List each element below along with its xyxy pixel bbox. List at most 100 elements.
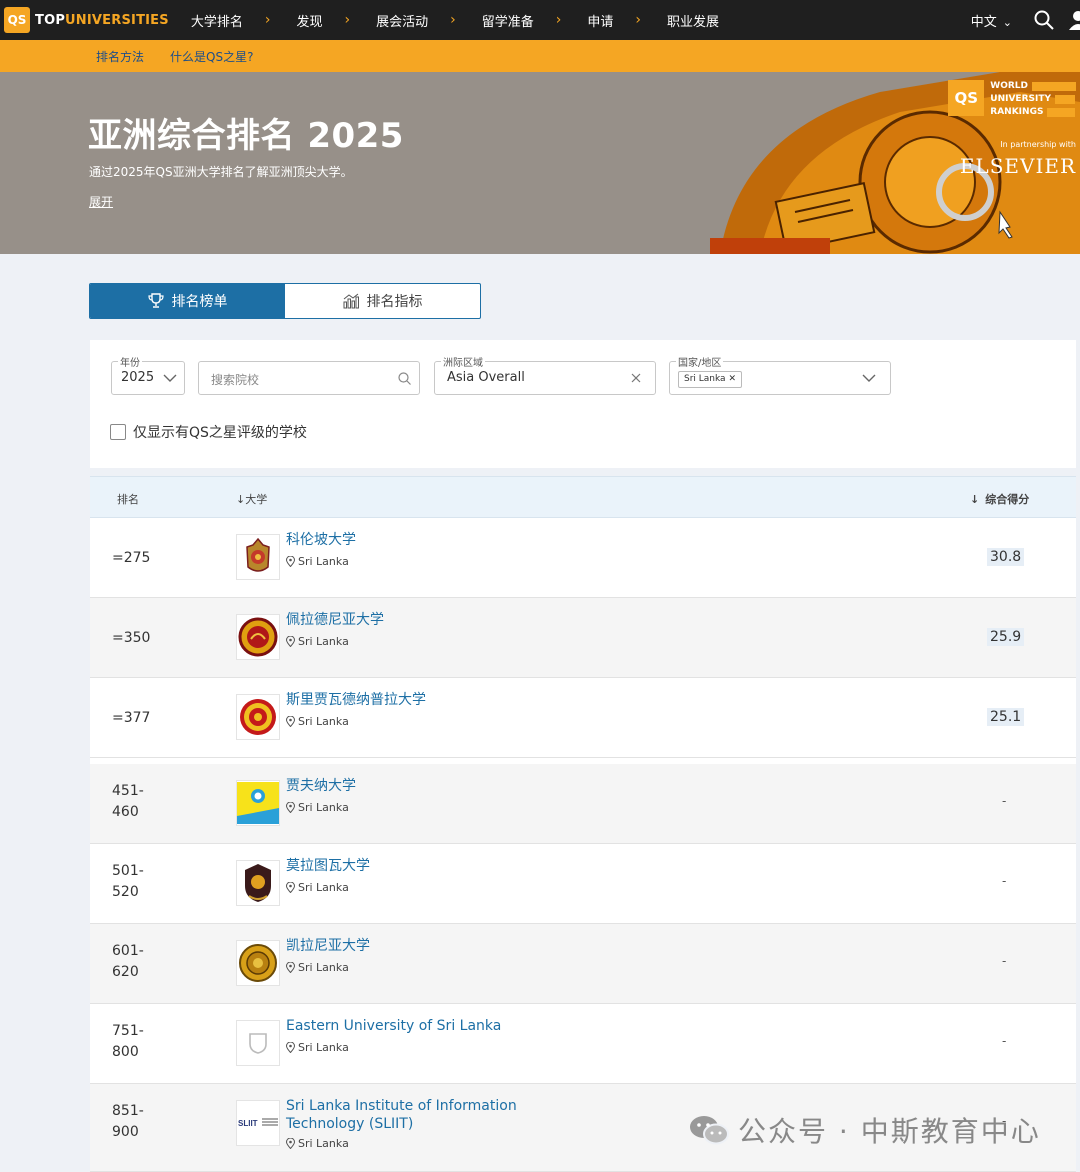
- university-name-link[interactable]: 佩拉德尼亚大学: [286, 611, 546, 629]
- rank-value: =377: [112, 710, 151, 726]
- university-location: Sri Lanka: [286, 881, 349, 894]
- university-logo-sri-jayewardenepura[interactable]: [236, 694, 280, 740]
- subnav-qs-stars-link[interactable]: 什么是QS之星?: [170, 48, 253, 65]
- nav-item-discover[interactable]: 发现 ›: [296, 11, 376, 30]
- university-logo-jaffna[interactable]: [236, 780, 280, 826]
- qs-wur-badge: QS WORLD UNIVERSITY RANKINGS: [948, 80, 1076, 119]
- country-label: 国家/地区: [676, 354, 724, 369]
- location-pin-icon: [286, 962, 295, 973]
- university-name-link[interactable]: 凯拉尼亚大学: [286, 937, 546, 955]
- year-label: 年份: [118, 354, 142, 369]
- sub-nav: 排名方法 什么是QS之星?: [0, 40, 1080, 72]
- university-location: Sri Lanka: [286, 1137, 349, 1150]
- university-logo-kelaniya[interactable]: [236, 940, 280, 986]
- table-row[interactable]: =350 佩拉德尼亚大学 Sri Lanka 25.9: [90, 598, 1076, 678]
- country-chip[interactable]: Sri Lanka ✕: [678, 371, 742, 388]
- score-empty: -: [1002, 874, 1007, 888]
- rank-value: 751- 800: [112, 1023, 144, 1060]
- university-logo-sliit[interactable]: SLIIT: [236, 1100, 280, 1146]
- tab-rankings-label: 排名榜单: [171, 294, 228, 310]
- nav-right: 中文 ⌄: [971, 0, 1080, 40]
- university-logo-eastern[interactable]: [236, 1020, 280, 1066]
- partnership-text: In partnership with: [1000, 140, 1076, 149]
- location-pin-icon: [286, 882, 295, 893]
- watermark-text: 公众号 · 中斯教育中心: [738, 1115, 1041, 1148]
- overall-score: 30.8: [987, 548, 1025, 566]
- filter-panel: 年份 2025 搜索院校 洲际区域 Asia Overall 国家/地区 Sri…: [90, 340, 1076, 468]
- table-row[interactable]: =377 斯里贾瓦德纳普拉大学 Sri Lanka 25.1: [90, 678, 1076, 758]
- tab-indicators[interactable]: 排名指标: [285, 284, 480, 318]
- close-icon[interactable]: [631, 373, 641, 383]
- university-location: Sri Lanka: [286, 555, 349, 568]
- expand-link[interactable]: 展开: [89, 193, 113, 210]
- arrow-down-icon: ↓: [970, 493, 980, 506]
- topuniversities-logo[interactable]: QS TOPUNIVERSITIES: [4, 7, 169, 33]
- table-row[interactable]: 601- 620 凯拉尼亚大学 Sri Lanka -: [90, 924, 1076, 1004]
- qs-badge-icon: QS: [948, 80, 985, 116]
- location-pin-icon: [286, 636, 295, 647]
- nav-item-apply[interactable]: 申请 ›: [587, 11, 667, 30]
- page-title: 亚洲综合排名 2025: [88, 116, 404, 156]
- university-name-link[interactable]: 莫拉图瓦大学: [286, 857, 546, 875]
- page-subtitle: 通过2025年QS亚洲大学排名了解亚洲顶尖大学。: [89, 165, 353, 179]
- rank-value: 851- 900: [112, 1103, 144, 1140]
- year-select[interactable]: 年份 2025: [111, 354, 185, 395]
- logo-text: TOPUNIVERSITIES: [35, 13, 169, 28]
- col-score[interactable]: ↓ 综合得分: [970, 491, 1029, 507]
- chevron-right-icon: ›: [264, 12, 271, 28]
- col-rank[interactable]: 排名: [117, 491, 139, 507]
- location-pin-icon: [286, 1042, 295, 1053]
- university-name-link[interactable]: 贾夫纳大学: [286, 777, 546, 795]
- logo-text-rest: UNIVERSITIES: [65, 12, 169, 28]
- rank-value: =275: [112, 550, 151, 566]
- view-tabs: 排名榜单 排名指标: [89, 283, 481, 319]
- university-name-link[interactable]: 科伦坡大学: [286, 531, 546, 549]
- table-row[interactable]: 751- 800 Eastern University of Sri Lanka S…: [90, 1004, 1076, 1084]
- chevron-right-icon: ›: [635, 12, 641, 28]
- region-label: 洲际区域: [441, 354, 485, 369]
- stars-only-checkbox[interactable]: [110, 424, 126, 440]
- table-row[interactable]: 451- 460 贾夫纳大学 Sri Lanka -: [90, 764, 1076, 844]
- chevron-down-icon: ⌄: [1002, 15, 1012, 29]
- nav-item-events[interactable]: 展会活动 ›: [376, 11, 482, 30]
- nav-item-careers[interactable]: 职业发展: [667, 11, 719, 30]
- university-logo-moratuwa[interactable]: [236, 860, 280, 906]
- region-select[interactable]: 洲际区域 Asia Overall: [434, 354, 656, 395]
- university-location: Sri Lanka: [286, 801, 349, 814]
- bar-chart-icon: [343, 293, 359, 309]
- university-name-link[interactable]: Eastern University of Sri Lanka: [286, 1017, 546, 1035]
- score-empty: -: [1002, 794, 1007, 808]
- col-university[interactable]: ↓大学: [236, 491, 267, 507]
- location-pin-icon: [286, 1138, 295, 1149]
- chevron-down-icon: [862, 374, 876, 382]
- stars-only-filter[interactable]: 仅显示有QS之星评级的学校: [110, 422, 307, 442]
- chevron-right-icon: ›: [450, 12, 456, 28]
- tab-rankings[interactable]: 排名榜单: [90, 284, 285, 318]
- location-pin-icon: [286, 802, 295, 813]
- subnav-methodology-link[interactable]: 排名方法: [96, 48, 144, 65]
- rank-value: =350: [112, 630, 151, 646]
- chevron-right-icon: ›: [555, 12, 562, 28]
- table-row[interactable]: =275 科伦坡大学 Sri Lanka 30.8: [90, 518, 1076, 598]
- stars-only-label: 仅显示有QS之星评级的学校: [133, 425, 307, 441]
- score-empty: -: [1002, 954, 1007, 968]
- nav-item-prepare[interactable]: 留学准备 ›: [482, 11, 588, 30]
- university-logo-colombo[interactable]: [236, 534, 280, 580]
- nav-menu: 大学排名 › 发现 › 展会活动 › 留学准备 › 申请 › 职业发展: [191, 11, 719, 30]
- table-header: 排名 ↓大学 ↓ 综合得分: [90, 476, 1076, 518]
- table-row[interactable]: 501- 520 莫拉图瓦大学 Sri Lanka -: [90, 844, 1076, 924]
- country-chip-label: Sri Lanka: [684, 374, 726, 384]
- nav-item-rankings[interactable]: 大学排名 ›: [191, 11, 297, 30]
- university-name-link[interactable]: 斯里贾瓦德纳普拉大学: [286, 691, 546, 709]
- language-selector[interactable]: 中文 ⌄: [971, 11, 1012, 30]
- location-pin-icon: [286, 556, 295, 567]
- country-select[interactable]: 国家/地区 Sri Lanka ✕: [669, 354, 891, 395]
- user-icon[interactable]: [1068, 10, 1080, 30]
- search-input[interactable]: 搜索院校: [198, 361, 420, 395]
- university-logo-peradeniya[interactable]: [236, 614, 280, 660]
- search-icon[interactable]: [1034, 10, 1054, 30]
- university-location: Sri Lanka: [286, 715, 349, 728]
- university-name-link[interactable]: Sri Lanka Institute of Information Techn…: [286, 1097, 546, 1133]
- rankings-table: 排名 ↓大学 ↓ 综合得分 =275 科伦坡大学 Sri Lanka 30.8 =350 佩…: [90, 476, 1076, 1172]
- tab-indicators-label: 排名指标: [366, 294, 423, 310]
